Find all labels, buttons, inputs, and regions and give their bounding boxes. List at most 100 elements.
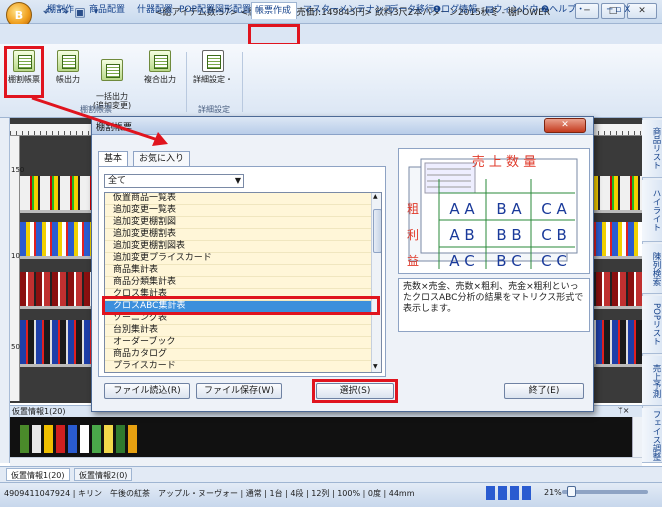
rail-sales-forecast[interactable]: 売上予測 [642, 356, 662, 406]
pane-vertical-scrollbar[interactable] [632, 417, 642, 457]
batch-output-button[interactable]: 一括出力 (追加変更) [88, 50, 136, 110]
dialog-close-button[interactable]: ✕ [544, 118, 586, 133]
tab-product-placement[interactable]: 商品配置 [86, 2, 128, 19]
tab-shelf-ops[interactable]: 棚割作 [44, 2, 77, 19]
combined-output-button[interactable]: 複合出力 [140, 50, 180, 102]
combined-output-icon [149, 50, 171, 72]
product-item[interactable] [32, 425, 41, 453]
select-button-highlight-box [312, 379, 398, 403]
tab-basic[interactable]: 基本 [98, 151, 129, 166]
app-orb-label: B [14, 8, 24, 22]
report-preview: 売 上 数 量 粗 利 益 A A B A C A A B B B C B A … [398, 148, 590, 274]
zoom-slider-thumb[interactable] [567, 486, 576, 497]
product-item[interactable] [56, 425, 65, 453]
preview-cell: C B [541, 226, 567, 244]
list-item[interactable]: 台別集計表 [105, 325, 371, 337]
ribbon-group-label-settings: 詳細設定 [198, 105, 230, 114]
list-item[interactable]: 追加変更プライスカード [105, 253, 371, 265]
product-item[interactable] [104, 425, 113, 453]
status-text: 4909411047924 | キリン 午後の紅茶 アップル・ヌーヴォー | 通… [4, 489, 415, 498]
rail-display-search[interactable]: 陳列検索 [642, 244, 662, 294]
temp-product-strip[interactable] [10, 417, 632, 457]
chevron-down-icon: ▼ [234, 176, 241, 185]
list-scrollbar[interactable]: ▲ ▼ [371, 193, 381, 372]
detail-settings-label: 詳細設定・ [193, 75, 233, 84]
preview-cell: C C [541, 252, 567, 270]
tab-report-creation[interactable]: 帳票作成 [251, 2, 297, 19]
horizontal-scrollbar[interactable] [10, 457, 642, 466]
rail-pop-list[interactable]: POPリスト [642, 296, 662, 354]
scroll-up-icon[interactable]: ▲ [373, 193, 378, 200]
print-output-label: 帳出力 [56, 75, 80, 84]
preview-cell: A C [449, 252, 475, 270]
list-item[interactable]: オーダーブック [105, 337, 371, 349]
tab-fixture-placement[interactable]: 什器配置 [134, 2, 176, 19]
preview-cell: B C [496, 252, 522, 270]
product-item[interactable] [68, 425, 77, 453]
list-item[interactable]: 追加変更棚割表 [105, 229, 371, 241]
pencil-icon [202, 50, 224, 72]
scroll-down-icon[interactable]: ▼ [373, 363, 378, 370]
pane-pin-close-icon[interactable]: ᛘ× [618, 406, 630, 415]
list-item[interactable]: 商品集計表 [105, 265, 371, 277]
preview-cell: A B [449, 226, 474, 244]
list-item[interactable]: 追加変更棚割図 [105, 217, 371, 229]
report-description: 売数×売金、売数×粗利、売金×粗利といったクロスABC分析の結果をマトリクス形式… [398, 278, 590, 332]
batch-output-icon [101, 59, 123, 81]
list-item[interactable]: 商品分類集計表 [105, 277, 371, 289]
tab-help[interactable]: ❷ヘルプ・ [538, 2, 588, 19]
filter-value: 全て [108, 176, 127, 186]
preview-cell: C A [541, 200, 567, 218]
detail-settings-button[interactable]: 詳細設定・ [190, 50, 236, 102]
ribbon-window-controls[interactable]: ─ ▫ X [604, 2, 633, 19]
close-dialog-button[interactable]: 終了(E) [504, 383, 584, 399]
save-file-button[interactable]: ファイル保存(W) [196, 383, 282, 399]
zoom-level: 21% [544, 488, 562, 497]
load-file-button[interactable]: ファイル読込(R) [104, 383, 190, 399]
pane-title: 仮置情報1(20) [12, 407, 66, 416]
tab-shape-placement[interactable]: 図形配置 [212, 2, 254, 19]
product-item[interactable] [44, 425, 53, 453]
rail-face-adjust[interactable]: フェイス調整 [642, 408, 662, 463]
list-item[interactable]: 追加変更棚割図表 [105, 241, 371, 253]
list-item[interactable]: 追加変更一覧表 [105, 205, 371, 217]
tab-temp-info-1[interactable]: 仮置情報1(20) [6, 468, 70, 481]
product-item[interactable] [92, 425, 101, 453]
tab-master-maintenance[interactable]: マスターメンテナンス [300, 2, 395, 19]
preview-side-label: 益 [407, 254, 419, 268]
rail-highlight[interactable]: ハイライト [642, 180, 662, 242]
ribbon-group-label-report: 棚割帳票 [80, 105, 112, 114]
preview-header: 売 上 数 量 [472, 154, 536, 170]
product-item[interactable] [20, 425, 29, 453]
preview-side-label: 利 [407, 228, 419, 242]
preview-cell: B A [496, 200, 522, 218]
list-item[interactable]: 商品カタログ [105, 349, 371, 361]
dialog-title-bar: 棚割帳票 ✕ [92, 117, 593, 135]
tab-favorites[interactable]: お気に入り [133, 151, 191, 166]
dialog-title: 棚割帳票 [96, 123, 133, 133]
list-scroll-thumb[interactable] [373, 209, 381, 253]
shelf-report-dialog: 棚割帳票 ✕ 基本 お気に入り 全て ▼ 仮置商品一覧表 追加変更一覧表 追加変… [91, 116, 594, 412]
ribbon-button-highlight-box [4, 46, 44, 98]
ribbon-tab-bar [0, 24, 662, 44]
report-filter-select[interactable]: 全て ▼ [104, 174, 244, 188]
ruler-label: 150 [11, 166, 25, 174]
vertical-ruler [10, 136, 20, 401]
tab-temp-info-2[interactable]: 仮置情報2(0) [74, 468, 133, 481]
view-mode-icons[interactable] [486, 486, 534, 500]
rail-product-list[interactable]: 商品リスト [642, 120, 662, 178]
report-list[interactable]: 仮置商品一覧表 追加変更一覧表 追加変更棚割図 追加変更棚割表 追加変更棚割図表… [104, 192, 382, 373]
tab-log-info[interactable]: ❶ログ情報 [430, 2, 480, 19]
preview-cell: A A [449, 200, 475, 218]
selection-highlight-box [102, 296, 380, 315]
print-output-button[interactable]: 帳出力 [52, 50, 84, 102]
ribbon-group-divider [242, 52, 243, 112]
preview-cell: B B [496, 226, 521, 244]
ruler-label: 50 [11, 343, 20, 351]
list-item[interactable]: 仮置商品一覧表 [105, 193, 371, 205]
list-item[interactable]: プライスカード [105, 361, 371, 372]
product-item[interactable] [116, 425, 125, 453]
product-item[interactable] [128, 425, 137, 453]
product-item[interactable] [80, 425, 89, 453]
left-panel [0, 118, 10, 463]
